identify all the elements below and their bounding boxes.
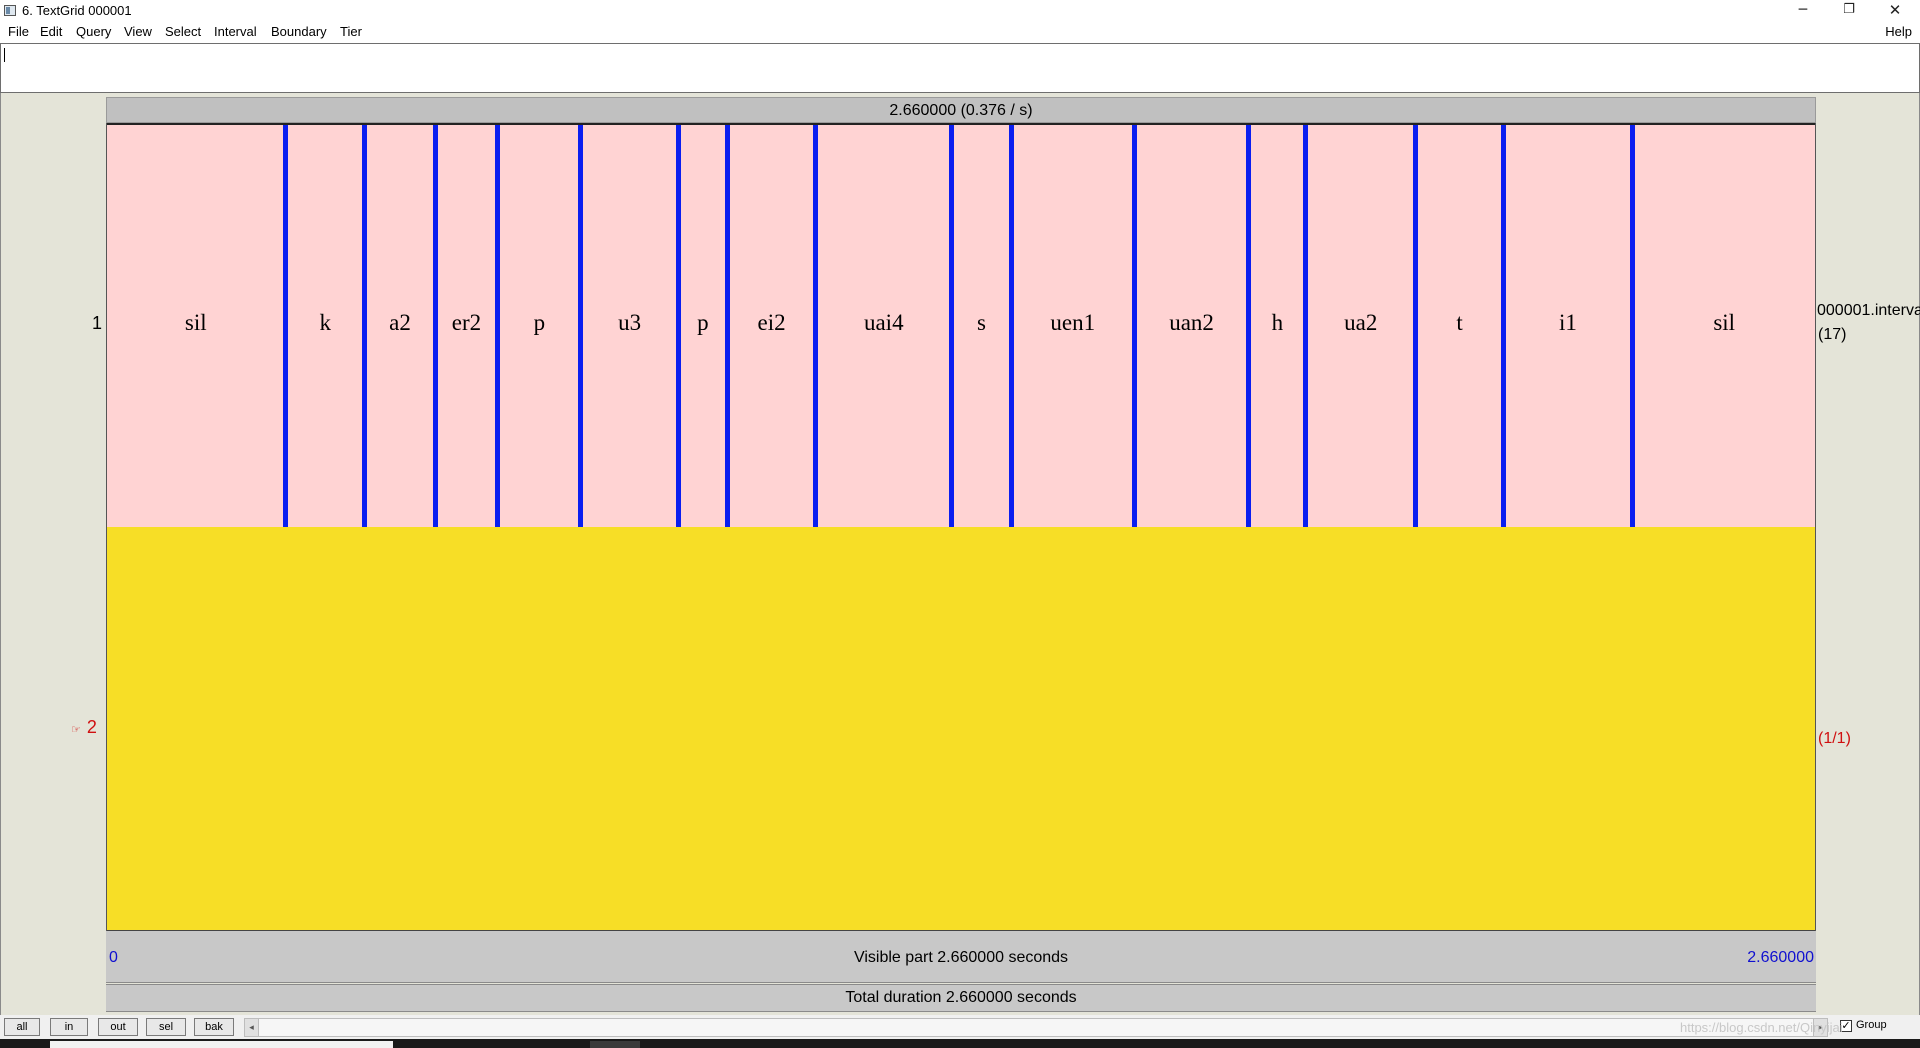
zoom-back-button[interactable]: bak	[194, 1018, 234, 1036]
selection-duration-bar[interactable]: 2.660000 (0.376 / s)	[106, 97, 1816, 123]
pointing-hand-icon: ☞	[71, 724, 81, 736]
menu-boundary[interactable]: Boundary	[271, 24, 327, 39]
tier-1-interval-label[interactable]: sil	[1624, 310, 1824, 336]
text-caret	[4, 48, 5, 62]
restore-button[interactable]: ❐	[1827, 0, 1871, 22]
scroll-left-arrow-icon[interactable]: ◂	[245, 1019, 259, 1036]
tier-2-number-label: 2	[86, 717, 97, 737]
zoom-out-button[interactable]: out	[98, 1018, 138, 1036]
tier-2-interval-count: (1/1)	[1818, 730, 1851, 747]
zoom-all-button[interactable]: all	[4, 1018, 40, 1036]
taskbar-item	[50, 1041, 393, 1048]
visible-end-time: 2.660000	[1747, 949, 1814, 966]
menu-tier[interactable]: Tier	[340, 24, 362, 39]
visible-part-bar[interactable]: 0 Visible part 2.660000 seconds 2.660000	[106, 931, 1816, 983]
app-icon	[4, 5, 16, 16]
menu-edit[interactable]: Edit	[40, 24, 62, 39]
tier-1-number[interactable]: 1	[92, 313, 102, 334]
zoom-in-button[interactable]: in	[50, 1018, 88, 1036]
menu-interval[interactable]: Interval	[214, 24, 257, 39]
tier-1-interval-tier[interactable]: sil k a2 er2 p u3 p ei2 uai4 s uen1 uan2 h ua2 t i1 sil	[106, 123, 1816, 529]
watermark-text: https://blog.csdn.net/Qinyijai	[1680, 1020, 1843, 1035]
tier-2-interval-tier[interactable]	[106, 527, 1816, 931]
menu-bar: File Edit Query View Select Interval Bou…	[0, 22, 1920, 43]
interval-text-field[interactable]	[0, 43, 1920, 93]
close-button[interactable]: ✕	[1873, 0, 1917, 22]
tier-2-number-selected[interactable]: ☞ 2	[71, 717, 97, 738]
minimize-button[interactable]: ─	[1781, 0, 1825, 22]
window-title: 6. TextGrid 000001	[22, 3, 132, 18]
menu-help[interactable]: Help	[1885, 24, 1912, 39]
bottom-bar: all in out sel bak ◂ ▸ ✓ Group https://b…	[0, 1015, 1920, 1039]
tier-1-name: 000001.interval	[1817, 302, 1920, 319]
tier-left-edge	[106, 123, 107, 931]
selection-duration-label: 2.660000 (0.376 / s)	[889, 102, 1033, 119]
taskbar-item-active	[590, 1041, 640, 1048]
visible-part-label: Visible part 2.660000 seconds	[853, 949, 1069, 966]
group-label: Group	[1856, 1019, 1887, 1031]
tier-right-edge	[1815, 123, 1816, 931]
zoom-selection-button[interactable]: sel	[146, 1018, 186, 1036]
total-duration-label: Total duration 2.660000 seconds	[845, 989, 1077, 1006]
menu-select[interactable]: Select	[165, 24, 201, 39]
menu-file[interactable]: File	[8, 24, 29, 39]
menu-view[interactable]: View	[124, 24, 152, 39]
title-bar: 6. TextGrid 000001 ─ ❐ ✕	[0, 0, 1920, 22]
menu-query[interactable]: Query	[76, 24, 111, 39]
horizontal-scrollbar[interactable]: ◂ ▸	[244, 1018, 1828, 1037]
total-duration-bar[interactable]: Total duration 2.660000 seconds	[106, 984, 1816, 1012]
tier-1-interval-count: (17)	[1818, 326, 1847, 343]
